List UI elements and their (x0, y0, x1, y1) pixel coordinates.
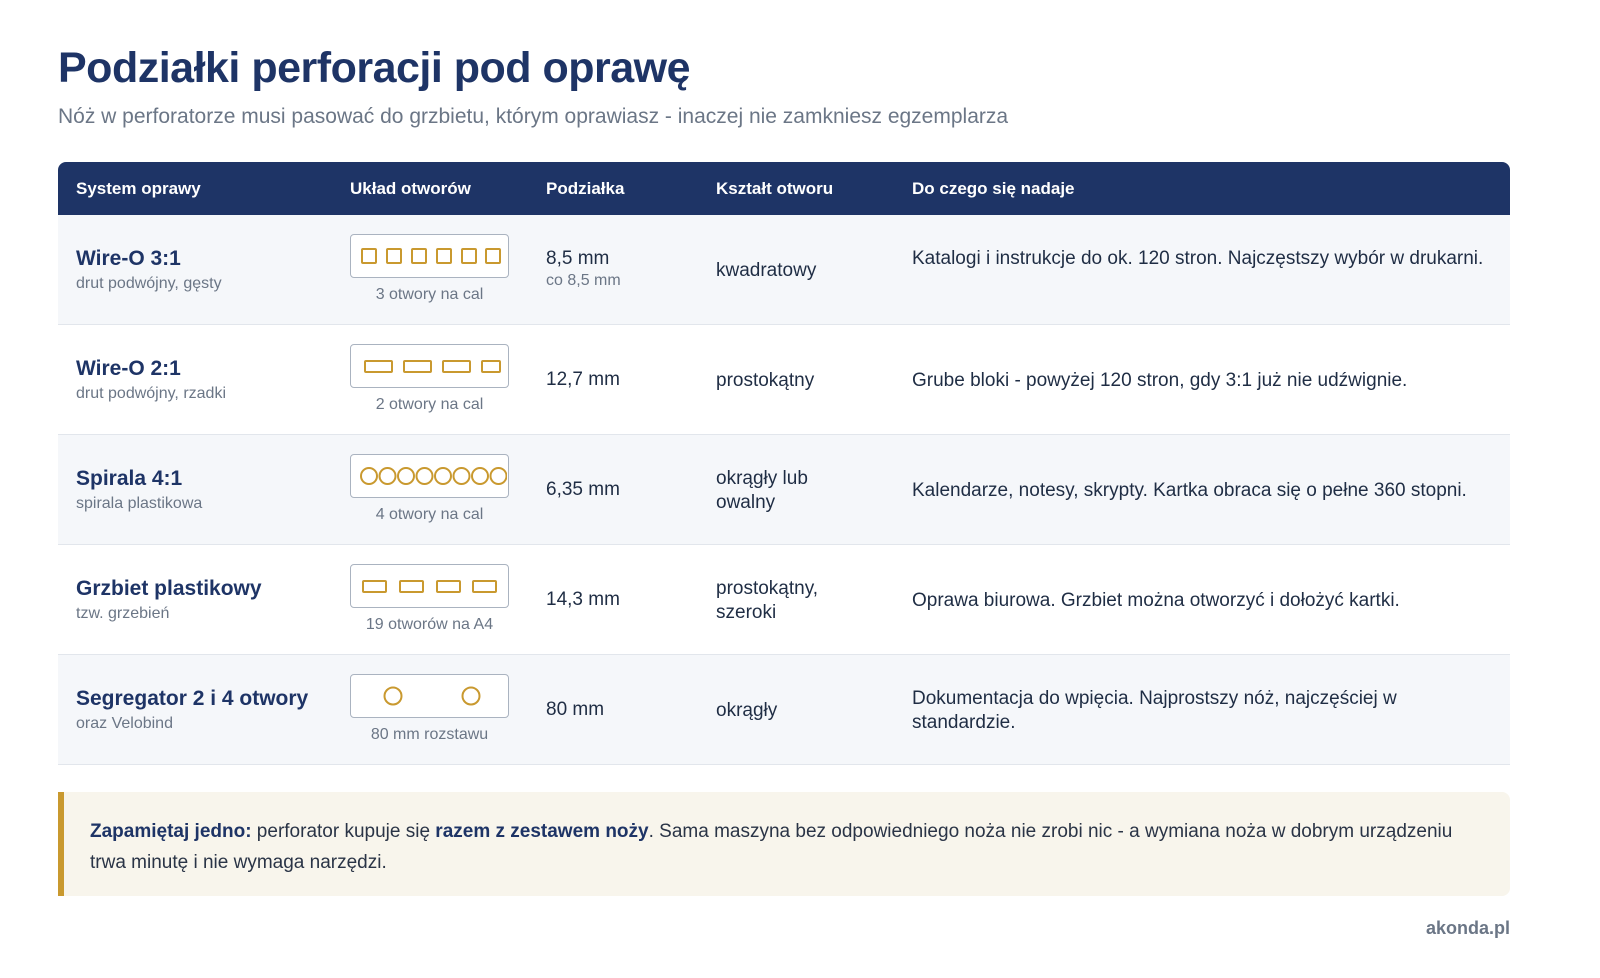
holes-caption: 2 otwory na cal (375, 396, 484, 413)
pitch-value: 6,35 mm (546, 479, 620, 500)
holes-caption: 4 otwory na cal (375, 506, 484, 523)
holes-caption: 80 mm rozstawu (370, 726, 489, 743)
square-holes-icon (350, 234, 509, 278)
column-header-layout: Układ otworów (350, 179, 471, 198)
table-row: Segregator 2 i 4 otwory oraz Velobind 80… (58, 655, 1510, 765)
table-header: System oprawy Układ otworów Podziałka Ks… (58, 162, 1510, 215)
rect-holes-icon (350, 344, 509, 388)
usage-text: Dokumentacja do wpięcia. Najprostszy nóż… (912, 688, 1397, 733)
page-subtitle: Nóż w perforatorze musi pasować do grzbi… (58, 105, 1009, 128)
system-name: Segregator 2 i 4 otwory (76, 687, 309, 710)
wide-rect-holes-icon (350, 564, 509, 608)
system-subtitle: oraz Velobind (76, 715, 173, 732)
tip-emphasis: razem z zestawem noży (435, 821, 649, 842)
table-row: Wire-O 2:1 drut podwójny, rzadki 2 otwor… (58, 325, 1510, 435)
column-header-system: System oprawy (76, 179, 201, 198)
system-subtitle: drut podwójny, gęsty (76, 275, 222, 292)
column-header-pitch: Podziałka (546, 179, 625, 198)
hole-shape: kwadratowy (716, 260, 817, 281)
round-holes-icon (350, 454, 509, 498)
pitch-value: 8,5 mm (546, 248, 610, 269)
holes-caption: 3 otwory na cal (375, 286, 484, 303)
system-subtitle: drut podwójny, rzadki (76, 385, 226, 402)
hole-shape: okrągły (716, 700, 778, 721)
table-row: Grzbiet plastikowy tzw. grzebień 19 otwo… (58, 545, 1510, 655)
table-row: Wire-O 3:1 drut podwójny, gęsty 3 otwory… (58, 215, 1510, 325)
system-name: Wire-O 2:1 (76, 357, 181, 380)
tip-text-part-1: perforator kupuje się (251, 821, 436, 842)
usage-text: Kalendarze, notesy, skrypty. Kartka obra… (912, 480, 1467, 501)
pitch-value: 14,3 mm (546, 589, 620, 610)
tip-callout: Zapamiętaj jedno: perforator kupuje się … (58, 792, 1510, 896)
hole-shape: prostokątny, szeroki (716, 578, 819, 623)
hole-shape: prostokątny (716, 370, 815, 391)
usage-text: Oprawa biurowa. Grzbiet można otworzyć i… (912, 590, 1400, 611)
system-name: Grzbiet plastikowy (76, 577, 262, 600)
tip-lead: Zapamiętaj jedno: (90, 821, 252, 842)
usage-text: Katalogi i instrukcje do ok. 120 stron. … (912, 248, 1484, 269)
pitch-value: 12,7 mm (546, 369, 620, 390)
hole-shape: okrągły lub owalny (716, 468, 808, 513)
system-name: Wire-O 3:1 (76, 247, 181, 270)
holes-caption: 19 otworów na A4 (365, 616, 494, 633)
page-title: Podziałki perforacji pod oprawę (58, 44, 691, 92)
system-name: Spirala 4:1 (76, 467, 183, 490)
column-header-usage: Do czego się nadaje (912, 179, 1075, 198)
pitch-value: 80 mm (546, 699, 605, 720)
usage-text: Grube bloki - powyżej 120 stron, gdy 3:1… (912, 370, 1408, 391)
system-subtitle: tzw. grzebień (76, 605, 170, 622)
round-holes-icon (350, 674, 509, 718)
brand-link[interactable]: akonda.pl (1426, 918, 1510, 939)
column-header-shape: Kształt otworu (716, 179, 834, 198)
pitch-note: co 8,5 mm (546, 272, 621, 289)
system-subtitle: spirala plastikowa (76, 495, 203, 512)
perforation-table: System oprawy Układ otworów Podziałka Ks… (58, 162, 1510, 765)
table-row: Spirala 4:1 spirala plastikowa 4 otwory … (58, 435, 1510, 545)
